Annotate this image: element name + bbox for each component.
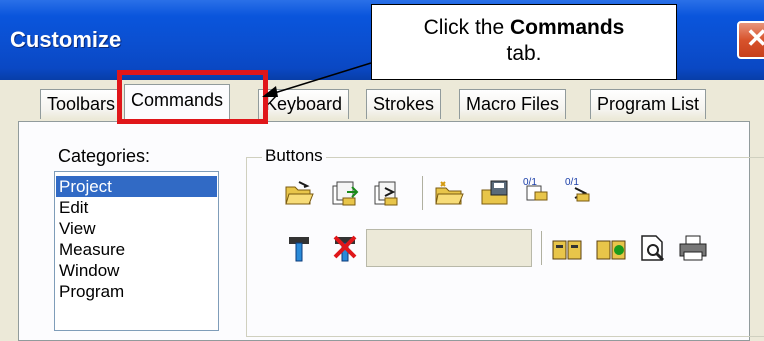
instruction-callout: Click the Commands tab.	[371, 4, 677, 80]
category-window[interactable]: Window	[59, 260, 119, 281]
tab-strokes[interactable]: Strokes	[366, 89, 442, 119]
print-preview-icon[interactable]	[637, 233, 669, 263]
tab-macro-files[interactable]: Macro Files	[459, 89, 567, 119]
import-icon[interactable]	[329, 178, 361, 208]
category-edit[interactable]: Edit	[59, 197, 88, 218]
svg-text:0/1: 0/1	[565, 177, 579, 188]
close-icon: ✕	[746, 23, 764, 53]
close-book-icon[interactable]	[595, 233, 627, 263]
callout-suffix: tab.	[506, 42, 542, 65]
commands-tab-highlight	[117, 70, 268, 124]
open-folder-icon[interactable]	[433, 178, 465, 208]
category-program[interactable]: Program	[59, 281, 124, 302]
callout-bold: Commands	[510, 16, 625, 39]
open-project-icon[interactable]	[283, 178, 315, 208]
delete-icon[interactable]	[329, 233, 361, 263]
toolbar-separator	[541, 231, 545, 265]
export-icon[interactable]	[371, 178, 403, 208]
tab-program-list[interactable]: Program List	[590, 89, 707, 119]
window-title: Customize	[10, 27, 122, 52]
categories-label: Categories:	[58, 146, 151, 166]
tab-keyboard[interactable]: Keyboard	[258, 89, 350, 119]
tab-toolbars[interactable]: Toolbars	[40, 89, 123, 119]
close-button[interactable]: ✕	[737, 21, 764, 59]
categories-list[interactable]: Project Edit View Measure Window Program	[54, 171, 219, 331]
load-data-icon[interactable]: 0/1	[521, 174, 553, 204]
category-view[interactable]: View	[59, 218, 96, 239]
category-measure[interactable]: Measure	[59, 239, 125, 260]
save-data-icon[interactable]: 0/1	[563, 174, 595, 204]
button-image-field	[366, 229, 532, 267]
buttons-label: Buttons	[262, 146, 326, 166]
category-project[interactable]: Project	[56, 176, 217, 197]
print-icon[interactable]	[677, 233, 709, 263]
toolbar-separator	[422, 176, 426, 210]
callout-prefix: Click the	[423, 16, 510, 39]
open-book-icon[interactable]	[551, 233, 583, 263]
save-folder-icon[interactable]	[479, 178, 511, 208]
hammer-icon[interactable]	[283, 233, 315, 263]
